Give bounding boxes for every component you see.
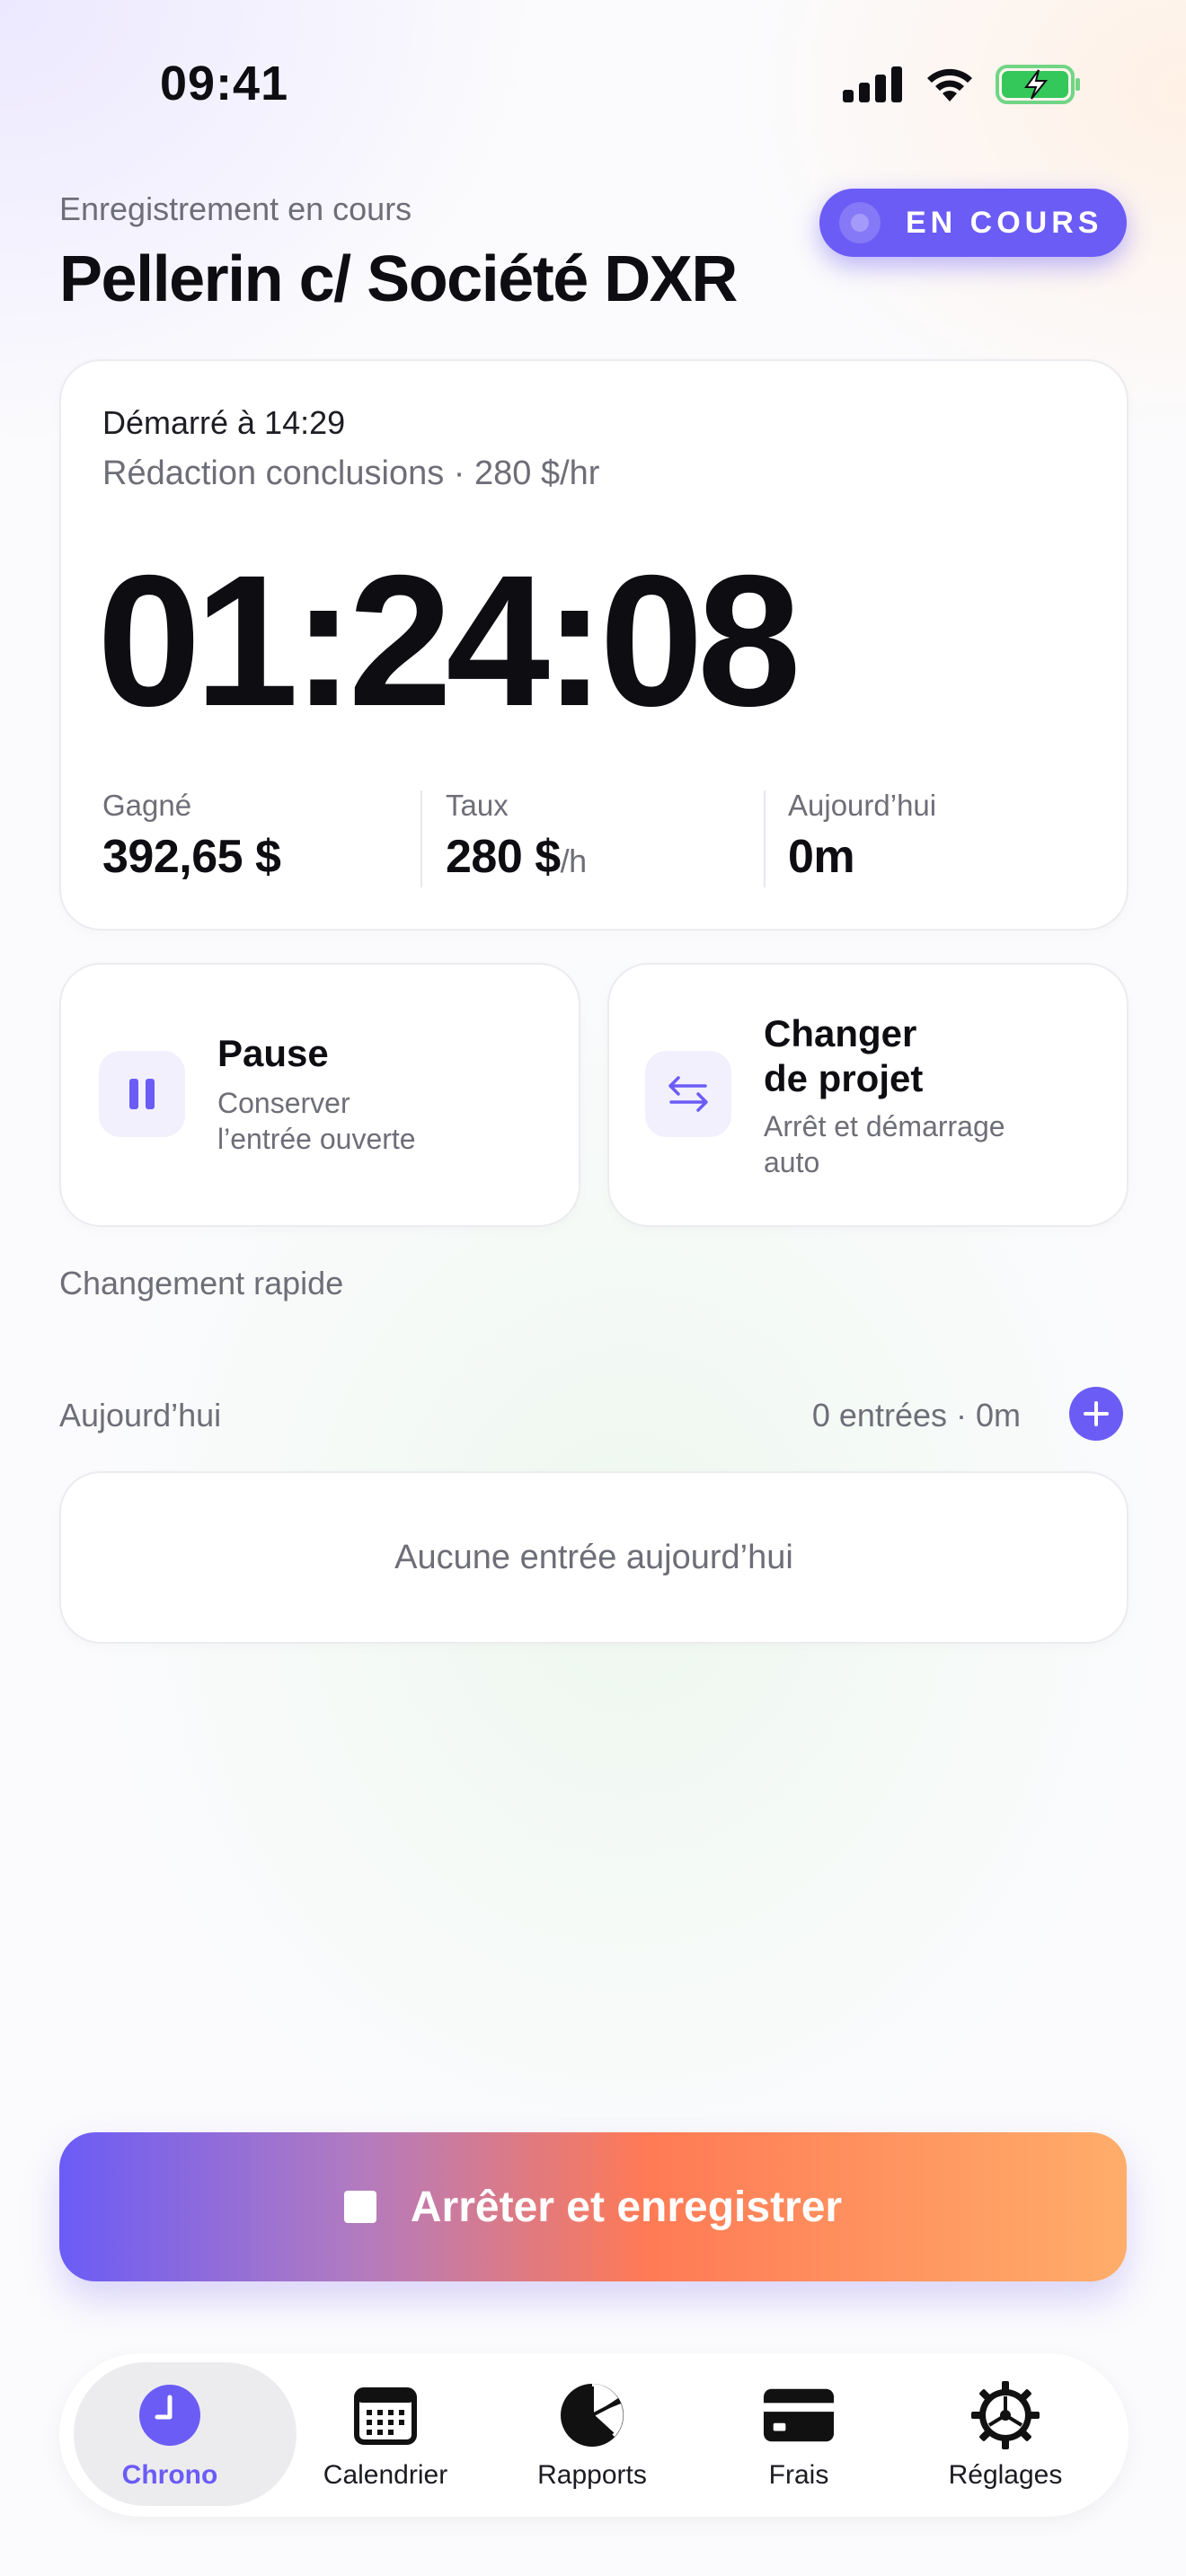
tab-label: Réglages (948, 2460, 1063, 2490)
tab-label: Rapports (537, 2460, 647, 2490)
stop-and-save-label: Arrêter et enregistrer (410, 2183, 843, 2231)
pause-icon (99, 1051, 185, 1137)
pause-subtitle-line2: l’entrée ouverte (217, 1123, 416, 1155)
tab-label: Frais (768, 2460, 829, 2490)
switch-subtitle-line2: auto (764, 1146, 820, 1178)
recording-dot-icon (839, 202, 881, 243)
tab-chrono[interactable]: Chrono (66, 2353, 296, 2517)
task-rate: Rédaction conclusions · 280 $/hr (102, 454, 600, 492)
quick-switch-heading: Changement rapide (59, 1265, 344, 1301)
pause-title: Pause (217, 1032, 329, 1074)
pause-button[interactable]: Pause Conserver l’entrée ouverte (59, 963, 580, 1227)
cellular-signal-icon (843, 66, 902, 102)
stop-and-save-button[interactable]: Arrêter et enregistrer (59, 2132, 1127, 2281)
today-entries-list: Aucune entrée aujourd’hui (59, 1471, 1128, 1644)
today-summary: 0 entrées · 0m (811, 1397, 1021, 1434)
battery-charging-icon (996, 65, 1080, 104)
switch-subtitle-line1: Arrêt et démarrage (764, 1110, 1005, 1142)
stat-today-label: Aujourd’hui (788, 789, 937, 822)
stat-rate-value: 280 $/h (446, 831, 588, 883)
plus-icon (1084, 1401, 1109, 1426)
stat-today-value: 0m (788, 831, 855, 883)
project-title: Pellerin c/ Société DXR (59, 243, 738, 315)
calendar-icon (350, 2379, 421, 2451)
stat-earned-label: Gagné (102, 789, 192, 822)
stop-icon (343, 2191, 376, 2223)
status-badge-label: EN COURS (906, 205, 1103, 240)
tab-label: Calendrier (323, 2460, 448, 2490)
switch-title-line2: de projet (764, 1057, 924, 1099)
start-time: Démarré à 14:29 (102, 404, 346, 441)
tab-reglages[interactable]: Réglages (902, 2353, 1109, 2517)
stat-rate-label: Taux (446, 789, 509, 822)
status-icons (843, 65, 1082, 104)
elapsed-timer: 01:24:08 (97, 537, 801, 745)
tab-calendrier[interactable]: Calendrier (282, 2353, 489, 2517)
switch-project-button[interactable]: Changer de projet Arrêt et démarrage aut… (607, 963, 1128, 1227)
wifi-icon (927, 68, 972, 101)
empty-state-text: Aucune entrée aujourd’hui (394, 1538, 793, 1576)
gear-icon (969, 2379, 1041, 2451)
pause-subtitle-line1: Conserver (217, 1087, 350, 1119)
recording-subtitle: Enregistrement en cours (59, 190, 412, 227)
status-time: 09:41 (160, 57, 289, 110)
switch-arrows-icon (645, 1051, 731, 1137)
stat-earned-value: 392,65 $ (102, 831, 281, 883)
switch-title-line1: Changer (764, 1012, 917, 1054)
pie-chart-icon (556, 2379, 628, 2451)
tab-label: Chrono (121, 2460, 218, 2490)
tab-rapports[interactable]: Rapports (489, 2353, 695, 2517)
today-heading: Aujourd’hui (59, 1397, 222, 1434)
credit-card-icon (763, 2379, 835, 2451)
status-badge[interactable]: EN COURS (819, 189, 1127, 257)
stat-divider (420, 790, 422, 887)
add-entry-button[interactable] (1069, 1387, 1123, 1441)
clock-icon (134, 2379, 206, 2451)
stat-rate-unit: /h (560, 842, 588, 879)
stat-divider (764, 790, 766, 887)
tab-frais[interactable]: Frais (695, 2353, 902, 2517)
